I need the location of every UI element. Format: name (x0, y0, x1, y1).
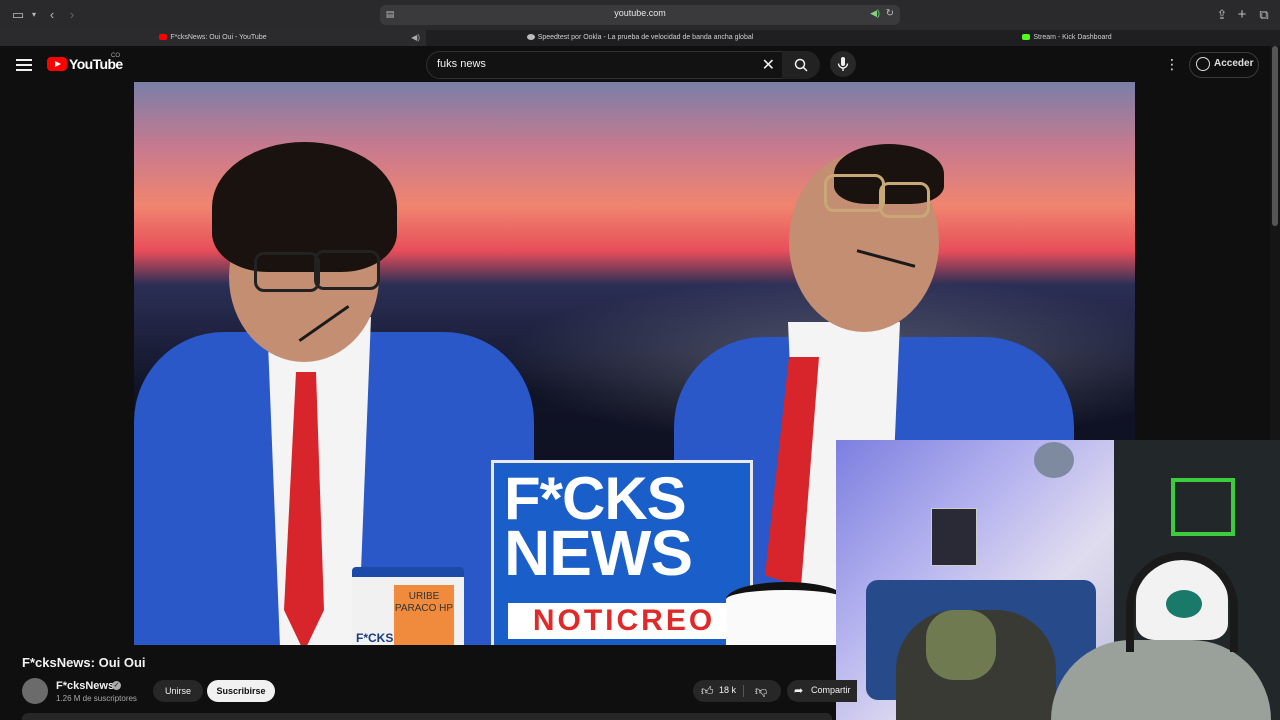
channel-avatar[interactable] (22, 678, 48, 704)
headset-icon (1126, 552, 1238, 652)
tab-label: Stream - Kick Dashboard (1033, 34, 1112, 41)
share-icon: ➦ (794, 685, 804, 697)
subscriber-count: 1.26 M de suscriptores (56, 694, 137, 703)
sound-icon[interactable]: ◀) (870, 8, 880, 19)
mug-left: URIBE PARACO HP F*CKS (352, 567, 464, 645)
webcam-green-frame (1171, 478, 1235, 536)
tab-label: Speedtest por Ookla - La prueba de veloc… (537, 34, 754, 41)
sign-line-3: NOTICREO (508, 603, 740, 639)
search-value: fuks news (437, 58, 486, 70)
news-sign: F*CKS NEWS NOTICREO (491, 460, 753, 645)
tab-label: F*cksNews: Oui Oui - YouTube (170, 34, 267, 41)
like-dislike-pill: 👍︎ 18 k 👎︎ (693, 680, 781, 702)
mute-tab-icon[interactable]: ◀) (411, 30, 420, 46)
back-icon[interactable]: ‹ (44, 7, 60, 23)
share-browser-icon[interactable]: ⇪ (1214, 7, 1230, 23)
sign-line-2: NEWS (504, 517, 693, 589)
mug-note: URIBE PARACO HP (394, 585, 454, 645)
signin-button[interactable]: Acceder (1189, 52, 1259, 78)
mug-right (726, 582, 846, 645)
webcam-person-left-head (926, 610, 996, 680)
mug-brand: F*CKS (356, 631, 394, 645)
webcam-overlay (836, 440, 1280, 720)
thumbs-down-icon[interactable]: 👎︎ (755, 684, 767, 699)
share-button[interactable]: ➦ Compartir (787, 680, 857, 702)
verified-icon: ✓ (112, 681, 121, 690)
subscribe-button[interactable]: Suscribirse (207, 680, 275, 702)
share-label: Compartir (811, 685, 851, 695)
browser-toolbar: ▭ ▾ ‹ › ▤ youtube.com ◀) ↻ ⇪ + ⧉ (0, 0, 1280, 30)
tab-bar: F*cksNews: Oui Oui - YouTube ◀) Speedtes… (0, 30, 1280, 46)
scrollbar-thumb[interactable] (1272, 46, 1278, 226)
video-title: F*cksNews: Oui Oui (22, 655, 146, 670)
webcam-wall-clock (1034, 442, 1074, 478)
kick-favicon-icon (1022, 34, 1031, 41)
tab-kick[interactable]: Stream - Kick Dashboard (854, 30, 1280, 46)
youtube-play-icon (47, 57, 67, 71)
tab-overview-icon[interactable]: ⧉ (1256, 7, 1272, 23)
url-text: youtube.com (614, 8, 666, 18)
clear-search-icon[interactable]: ✕ (762, 55, 775, 75)
channel-name[interactable]: F*cksNews (56, 680, 114, 692)
like-divider (743, 685, 744, 697)
search-button[interactable] (782, 51, 820, 79)
speedtest-favicon-icon (526, 34, 535, 41)
chevron-down-icon[interactable]: ▾ (26, 7, 42, 23)
like-count: 18 k (719, 685, 737, 695)
join-button[interactable]: Unirse (153, 680, 203, 702)
tab-youtube[interactable]: F*cksNews: Oui Oui - YouTube ◀) (0, 30, 426, 46)
tab-speedtest[interactable]: Speedtest por Ookla - La prueba de veloc… (427, 30, 853, 46)
account-icon (1196, 57, 1210, 71)
signin-label: Acceder (1214, 58, 1254, 69)
forward-icon[interactable]: › (64, 7, 80, 23)
microphone-icon (837, 57, 849, 71)
reload-icon[interactable]: ↻ (886, 8, 894, 19)
menu-icon[interactable] (16, 56, 32, 71)
sidebar-icon[interactable]: ▭ (10, 7, 26, 23)
address-bar[interactable]: ▤ youtube.com ◀) ↻ (380, 5, 900, 25)
more-options-icon[interactable]: ⋮ (1165, 56, 1179, 72)
voice-search-button[interactable] (830, 51, 856, 77)
thumbs-up-icon[interactable]: 👍︎ (701, 684, 714, 699)
new-tab-icon[interactable]: + (1234, 7, 1250, 23)
youtube-favicon-icon (159, 34, 168, 41)
search-icon (794, 58, 808, 72)
webcam-poster (931, 508, 977, 566)
search-input[interactable]: fuks news ✕ (426, 51, 784, 79)
youtube-header: YouTube CO fuks news ✕ ⋮ Acceder (0, 46, 1280, 82)
logo-country: CO (111, 53, 120, 59)
description-box[interactable] (22, 713, 832, 720)
